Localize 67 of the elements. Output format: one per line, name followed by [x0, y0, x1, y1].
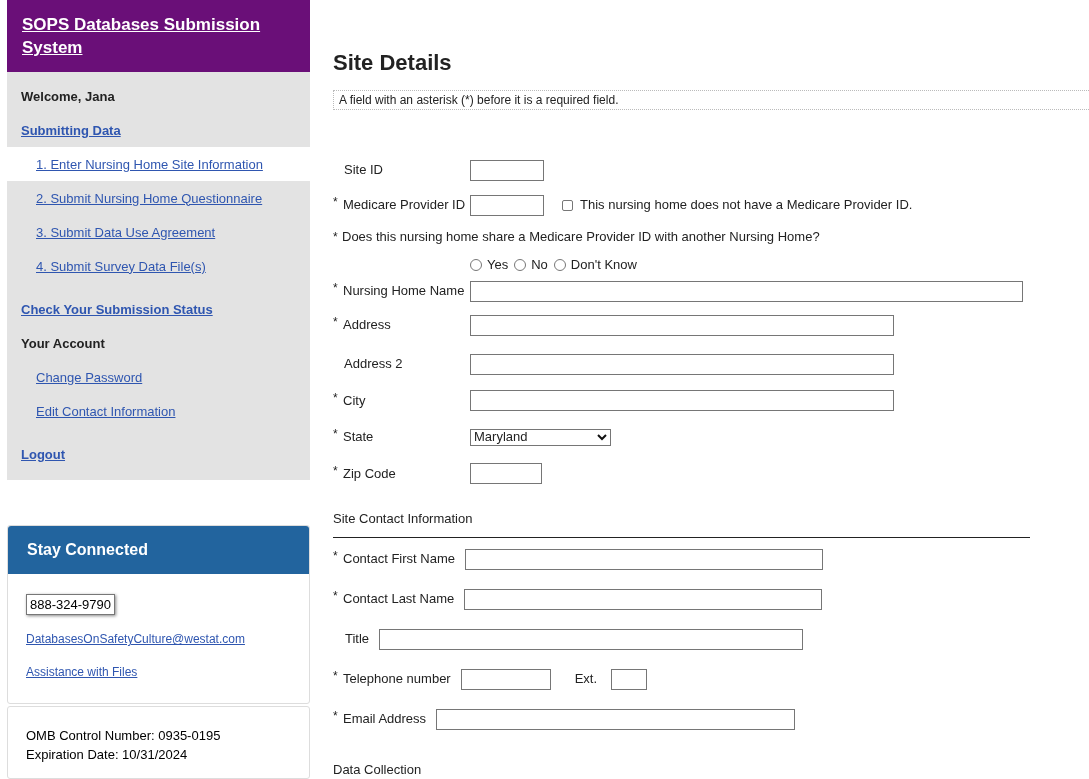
required-asterisk: * [333, 391, 339, 404]
chevron-down-icon [597, 433, 607, 441]
field-label: Email Address [343, 710, 427, 729]
text-input[interactable] [470, 463, 542, 484]
field-label: Contact First Name [343, 550, 455, 569]
field-label: Ext. [574, 670, 598, 689]
state-select[interactable]: Maryland [470, 428, 611, 446]
text-input[interactable] [465, 548, 823, 570]
sidebar-link[interactable]: 1. Enter Nursing Home Site Information [36, 154, 263, 175]
radio-option[interactable]: No [514, 255, 548, 275]
field-label: Site ID [344, 162, 383, 178]
text-input[interactable] [436, 708, 796, 730]
text-input[interactable] [470, 159, 544, 181]
required-asterisk: * [333, 428, 339, 440]
text-input[interactable] [470, 194, 544, 216]
sidebar-link[interactable]: Change Password [36, 367, 143, 388]
field-label: Medicare Provider ID [343, 197, 466, 213]
contact-link[interactable]: Assistance with Files [26, 665, 138, 680]
text-input[interactable] [470, 353, 894, 375]
required-asterisk: * [333, 550, 339, 562]
required-asterisk: * [333, 316, 339, 328]
sidebar-link[interactable]: Logout [21, 444, 66, 465]
sidebar-link[interactable]: Submitting Data [21, 120, 121, 141]
required-asterisk: * [333, 464, 339, 477]
sidebar-label: Your Account [21, 334, 105, 353]
required-asterisk: * [333, 282, 339, 294]
sidebar-link[interactable]: 3. Submit Data Use Agreement [36, 222, 216, 243]
section-heading: Data Collection [333, 762, 422, 777]
field-label: Address 2 [344, 356, 403, 372]
phone-number: 888-324-9790 [26, 594, 115, 616]
page-title: Site Details [333, 50, 453, 76]
checkbox-option[interactable]: This nursing home does not have a Medicare Provider ID. [562, 195, 913, 215]
text-input[interactable] [470, 314, 894, 336]
sidebar-link[interactable]: 4. Submit Survey Data File(s) [36, 256, 206, 277]
required-asterisk: * [333, 710, 339, 722]
site-title-link[interactable]: SOPS Databases Submission System [22, 13, 295, 59]
field-label: Contact Last Name [343, 590, 455, 609]
extension-input[interactable] [611, 668, 648, 690]
section-heading: Site Contact Information [333, 511, 473, 526]
text-input[interactable] [460, 668, 551, 690]
field-label: Nursing Home Name [343, 283, 465, 299]
field-label: Address [343, 317, 391, 333]
sidebar-label: Welcome, Jana [21, 87, 115, 106]
card-title: Stay Connected [27, 540, 148, 561]
field-label: State [343, 429, 374, 445]
required-note: A field with an asterisk (*) before it is a required field. [339, 92, 619, 109]
required-asterisk: * [333, 670, 339, 682]
text-input[interactable] [464, 588, 823, 610]
sidebar-link[interactable]: Check Your Submission Status [21, 299, 213, 320]
required-asterisk: * [333, 196, 339, 208]
radio-option[interactable]: Yes [470, 255, 509, 275]
text-input[interactable] [379, 628, 804, 650]
field-label: Telephone number [343, 670, 451, 689]
field-label: City [343, 392, 366, 408]
radio-option[interactable]: Don't Know [553, 255, 637, 275]
omb-text: OMB Control Number: 0935-0195 [26, 727, 222, 746]
sidebar-link[interactable]: Edit Contact Information [36, 401, 176, 422]
text-input[interactable] [470, 390, 894, 411]
sidebar-link[interactable]: 2. Submit Nursing Home Questionnaire [36, 188, 263, 209]
required-asterisk: * [333, 590, 339, 602]
omb-text: Expiration Date: 10/31/2024 [26, 746, 189, 765]
required-asterisk: * [333, 229, 339, 246]
contact-link[interactable]: DatabasesOnSafetyCulture@westat.com [26, 632, 245, 647]
question-label: Does this nursing home share a Medicare Provider ID with another Nursing Home? [342, 228, 820, 247]
field-label: Zip Code [343, 465, 396, 481]
text-input[interactable] [470, 280, 1023, 302]
field-label: Title [345, 630, 370, 649]
